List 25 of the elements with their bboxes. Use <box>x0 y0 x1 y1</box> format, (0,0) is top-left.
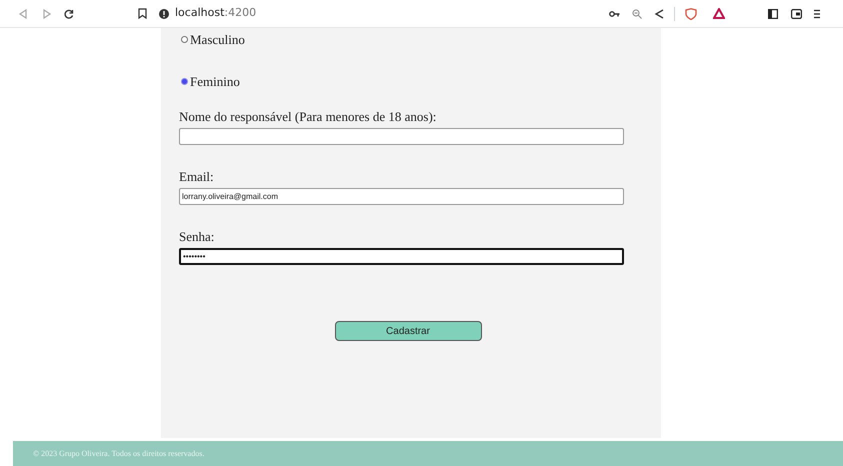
address-bar[interactable]: localhost:4200 <box>159 4 664 24</box>
copyright-text: © 2023 Grupo Oliveira. Todos os direitos reservados. <box>33 448 204 460</box>
input-field[interactable]: lorrany.oliveira@gmail.com <box>179 188 624 205</box>
zoom-icon[interactable] <box>632 8 642 18</box>
input-field[interactable]: •••••••• <box>179 248 624 265</box>
radio-button[interactable] <box>181 78 188 85</box>
wallet-icon[interactable] <box>791 8 802 18</box>
field-label: Email: <box>179 169 215 185</box>
radio-label: Feminino <box>190 72 240 91</box>
radio-label: Masculino <box>190 30 245 49</box>
reload-icon[interactable] <box>64 8 74 18</box>
url-text: localhost:4200 <box>175 5 256 22</box>
sidebar-icon[interactable] <box>768 8 778 18</box>
field-label: Nome do responsável (Para menores de 18 anos): <box>179 109 438 125</box>
triangle-icon[interactable] <box>713 8 725 19</box>
radio-button[interactable] <box>181 36 188 43</box>
submit-button[interactable]: Cadastrar <box>334 321 482 341</box>
bookmark-icon[interactable] <box>138 8 147 19</box>
key-icon[interactable] <box>609 10 620 18</box>
menu-icon[interactable] <box>814 8 820 18</box>
shield-icon[interactable] <box>685 8 697 20</box>
input-field[interactable] <box>179 128 624 145</box>
info-icon <box>159 8 169 18</box>
field-label: Senha: <box>179 229 216 245</box>
share-icon[interactable] <box>654 8 664 18</box>
